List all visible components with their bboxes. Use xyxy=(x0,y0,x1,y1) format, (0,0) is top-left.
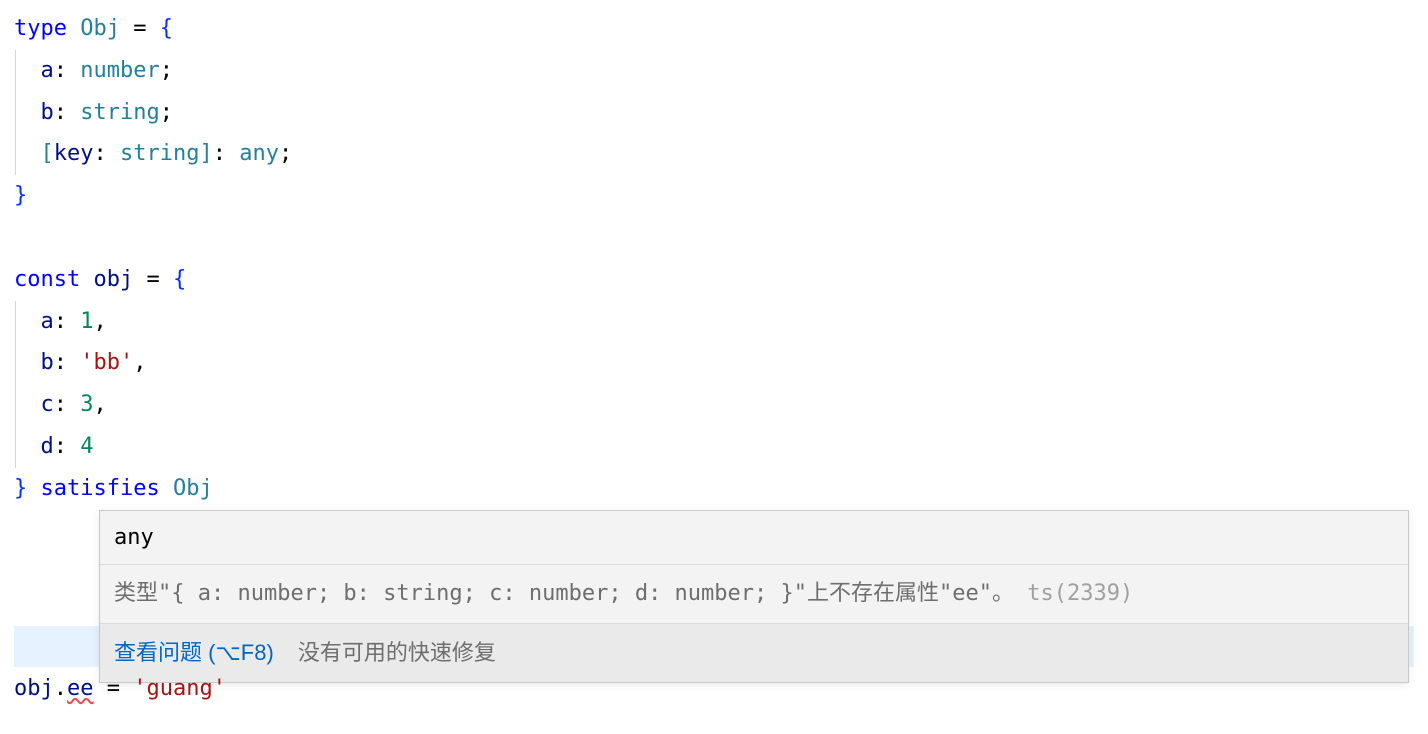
code-line-1: type Obj = { xyxy=(14,8,1414,50)
code-line-5: } xyxy=(14,175,1414,217)
code-line-8: a: 1, xyxy=(14,301,1414,343)
code-line-9: b: 'bb', xyxy=(14,342,1414,384)
code-line-12: } satisfies Obj xyxy=(14,468,1414,510)
code-line-14: obj.ee = 'guang' xyxy=(14,668,1414,710)
code-editor[interactable]: type Obj = { a: number; b: string; [key:… xyxy=(14,8,1414,709)
code-line-13 xyxy=(14,510,1414,668)
code-line-11: d: 4 xyxy=(14,426,1414,468)
code-line-7: const obj = { xyxy=(14,259,1414,301)
code-line-10: c: 3, xyxy=(14,384,1414,426)
keyword-type: type xyxy=(14,16,67,41)
line-highlight xyxy=(14,626,1414,668)
code-line-2: a: number; xyxy=(14,50,1414,92)
code-line-6 xyxy=(14,217,1414,259)
code-line-3: b: string; xyxy=(14,92,1414,134)
code-line-4: [key: string]: any; xyxy=(14,133,1414,175)
type-name: Obj xyxy=(80,16,120,41)
error-property: ee xyxy=(67,676,94,701)
